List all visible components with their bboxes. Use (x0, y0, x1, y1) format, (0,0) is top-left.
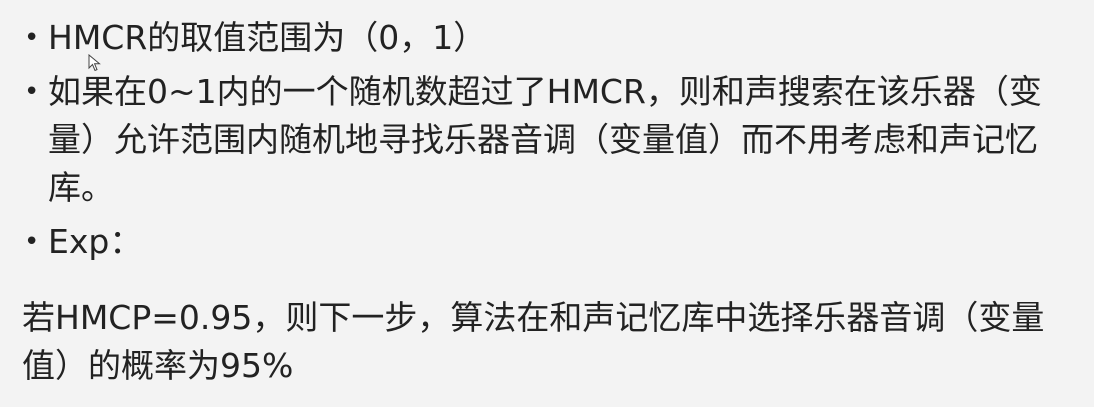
example-paragraph: 若HMCP=0.95，则下一步，算法在和声记忆库中选择乐器音调（变量值）的概率为… (22, 298, 1045, 385)
bullet-text: Exp： (48, 222, 143, 261)
bullet-item-random-search: • 如果在0~1内的一个随机数超过了HMCR，则和声搜索在该乐器（变量）允许范围… (22, 68, 1082, 212)
bullet-item-example-label: • Exp： (22, 218, 1082, 266)
bullet-dot-icon: • (24, 77, 40, 107)
bullet-text: HMCR的取值范围为（0，1） (48, 18, 487, 57)
slide: • HMCR的取值范围为（0，1） • 如果在0~1内的一个随机数超过了HMCR… (0, 0, 1094, 407)
bullet-item-hmcr-range: • HMCR的取值范围为（0，1） (22, 14, 1082, 62)
bullet-list: • HMCR的取值范围为（0，1） • 如果在0~1内的一个随机数超过了HMCR… (22, 14, 1082, 272)
bullet-dot-icon: • (24, 227, 40, 257)
bullet-dot-icon: • (24, 23, 40, 53)
bullet-text: 如果在0~1内的一个随机数超过了HMCR，则和声搜索在该乐器（变量）允许范围内随… (48, 72, 1042, 207)
mouse-pointer-icon (88, 54, 101, 72)
